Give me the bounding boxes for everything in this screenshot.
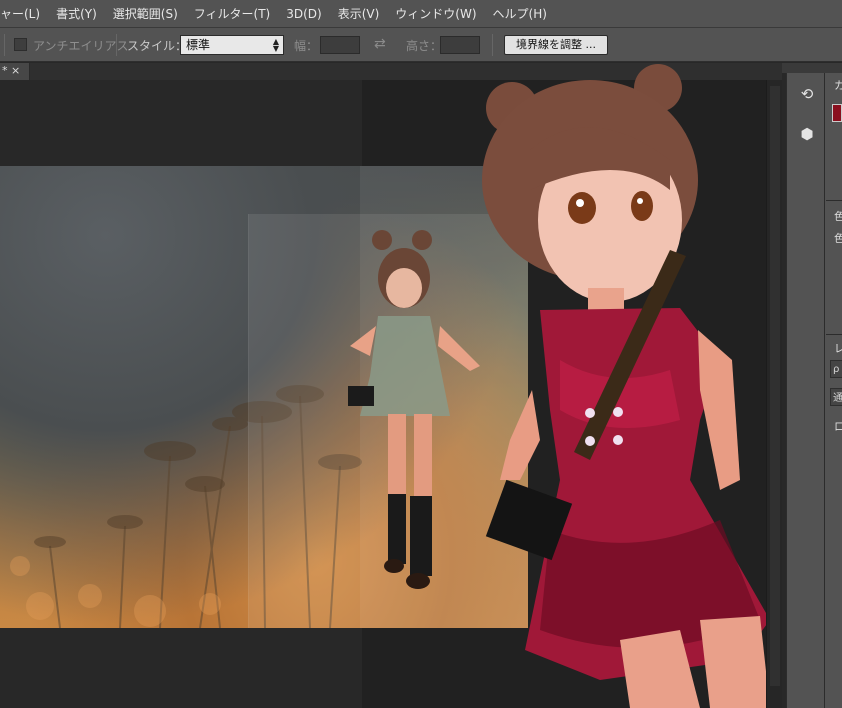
layer-filter-box[interactable]: ρ [830,360,842,378]
style-select[interactable]: 標準 ▲ ▼ [180,35,284,55]
dock-collapse-bar[interactable] [782,63,842,73]
lock-label: ロ [834,420,842,433]
swap-arrows-icon[interactable]: ⇄ [374,36,386,52]
width-input[interactable] [320,36,360,54]
3d-panel-icon[interactable]: ⬢ [797,125,817,147]
panel-divider [826,334,842,335]
style-label: スタイル： [127,39,188,53]
history-panel-icon[interactable]: ⟲ [797,85,817,107]
refine-edge-button[interactable]: 境界線を調整 ... [504,35,608,55]
document-tab[interactable]: * × [0,63,30,80]
select-arrows-icon: ▲ ▼ [272,37,279,53]
layer-filter-label: ρ [833,364,840,375]
foreground-color-swatch[interactable] [832,104,842,122]
menu-layer[interactable]: ャー(L) [0,0,48,28]
blend-mode-label: 通 [833,393,842,404]
scrollbar-thumb[interactable] [770,86,780,686]
height-label: 高さ： [406,39,443,53]
menu-filter[interactable]: フィルター(T) [186,0,278,28]
small-character-figure [348,230,480,589]
vertical-scrollbar[interactable] [766,80,782,708]
menu-view[interactable]: 表示(V) [330,0,388,28]
menu-window[interactable]: ウィンドウ(W) [387,0,484,28]
options-separator [492,34,493,56]
layers-panel-label: レ [834,342,842,355]
large-character-figure [482,64,770,708]
options-separator [116,34,117,56]
menu-bar: ャー(L) 書式(Y) 選択範囲(S) フィルター(T) 3D(D) 表示(V)… [0,0,842,28]
style-select-value: 標準 [186,38,211,52]
document-canvas[interactable] [0,166,528,628]
blend-mode-box[interactable]: 通 [830,388,842,406]
menu-type[interactable]: 書式(Y) [48,0,105,28]
menu-select[interactable]: 選択範囲(S) [105,0,186,28]
options-separator [4,34,5,56]
height-input[interactable] [440,36,480,54]
antialias-label: アンチエイリアス [33,39,129,53]
panel-divider [826,200,842,201]
menu-3d[interactable]: 3D(D) [278,0,329,28]
panel-icon-dock: ⟲ ⬢ [786,73,824,708]
color-panel-label: 色 [834,210,842,223]
color-panel-label-2: 色 [834,232,842,245]
menu-help[interactable]: ヘルプ(H) [485,0,555,28]
antialias-checkbox[interactable] [14,38,27,51]
width-label: 幅： [294,39,319,53]
panel-title: カ [834,79,842,92]
